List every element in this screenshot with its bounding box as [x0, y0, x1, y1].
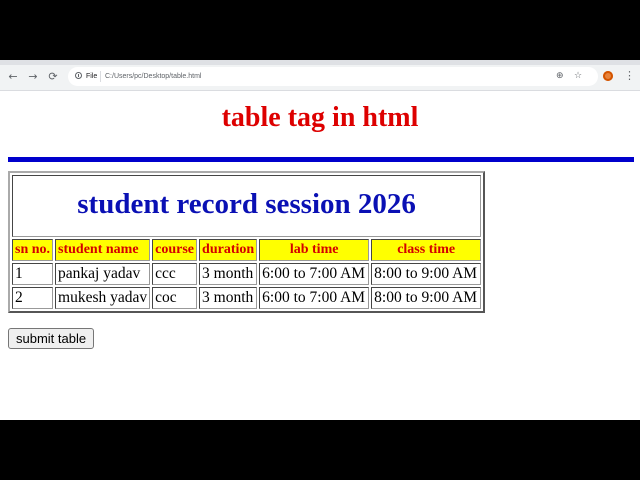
page-content: table tag in html student record session… [0, 91, 640, 420]
zoom-icon[interactable]: ⊕ [556, 70, 564, 83]
browser-menu-icon[interactable]: ⋮ [624, 69, 635, 83]
caption-row: student record session 2026 [12, 175, 482, 237]
tab-strip [0, 60, 640, 65]
header-row: sn no. student name course duration lab … [12, 239, 482, 261]
header-course: course [152, 239, 198, 261]
cell-duration: 3 month [199, 263, 258, 285]
cell-sn: 1 [12, 263, 54, 285]
student-record-table: student record session 2026 sn no. stude… [8, 171, 486, 313]
cell-student-name: pankaj yadav [55, 263, 151, 285]
browser-window: ← → ⟳ File C:/Users/pc/Desktop/table.htm… [0, 60, 640, 420]
header-duration: duration [199, 239, 258, 261]
forward-icon[interactable]: → [26, 70, 40, 84]
url-text[interactable]: C:/Users/pc/Desktop/table.html [105, 70, 201, 83]
header-lab-time: lab time [259, 239, 370, 261]
back-icon[interactable]: ← [6, 70, 20, 84]
header-student-name: student name [55, 239, 151, 261]
extension-icon[interactable] [603, 71, 613, 81]
cell-sn: 2 [12, 287, 54, 309]
cell-course: coc [152, 287, 198, 309]
cell-course: ccc [152, 263, 198, 285]
browser-toolbar: ← → ⟳ File C:/Users/pc/Desktop/table.htm… [0, 60, 640, 91]
address-bar[interactable]: File C:/Users/pc/Desktop/table.html ⊕ ☆ [68, 67, 598, 86]
table-row: 1 pankaj yadav ccc 3 month 6:00 to 7:00 … [12, 263, 482, 285]
bookmark-star-icon[interactable]: ☆ [574, 70, 582, 83]
horizontal-rule [8, 157, 634, 162]
header-class-time: class time [371, 239, 482, 261]
reload-icon[interactable]: ⟳ [46, 70, 60, 84]
table-caption: student record session 2026 [77, 187, 416, 220]
page-heading: table tag in html [221, 102, 419, 133]
cell-duration: 3 month [199, 287, 258, 309]
submit-table-button[interactable]: submit table [8, 328, 95, 349]
cell-lab-time: 6:00 to 7:00 AM [259, 263, 370, 285]
table-row: 2 mukesh yadav coc 3 month 6:00 to 7:00 … [12, 287, 482, 309]
header-sn-no: sn no. [12, 239, 54, 261]
cell-class-time: 8:00 to 9:00 AM [371, 287, 482, 309]
table-caption-cell: student record session 2026 [12, 175, 482, 237]
cell-class-time: 8:00 to 9:00 AM [371, 263, 482, 285]
cell-student-name: mukesh yadav [55, 287, 151, 309]
file-chip-label: File [86, 73, 98, 80]
info-icon[interactable] [75, 72, 82, 79]
cell-lab-time: 6:00 to 7:00 AM [259, 287, 370, 309]
chip-divider [100, 71, 101, 82]
